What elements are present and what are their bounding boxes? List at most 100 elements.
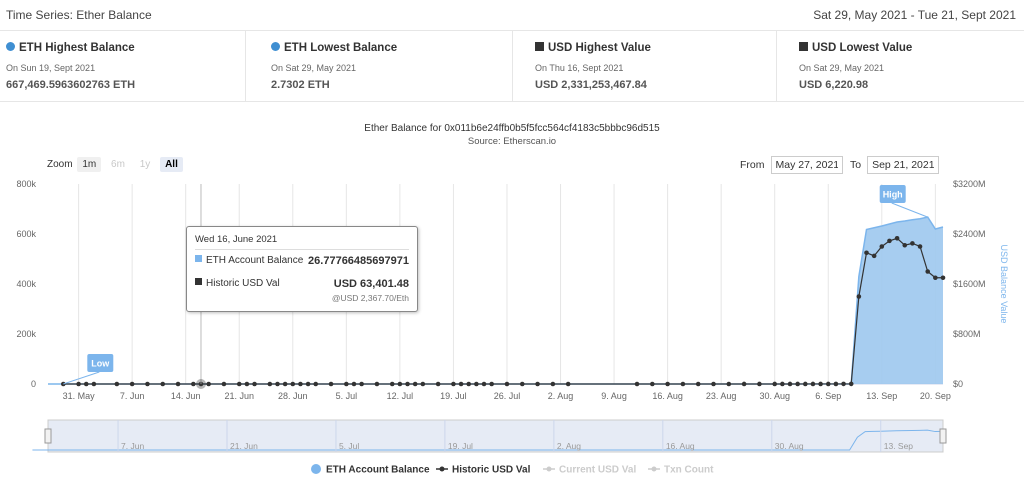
usd-value-point [787,381,793,387]
legend-label: Historic USD Val [452,465,531,476]
usd-value-point [397,381,403,387]
usd-value-point [420,381,426,387]
stat-label: ETH Highest Balance [19,42,135,54]
usd-value-point [328,381,334,387]
usd-value-point [665,381,670,387]
annotation-high: High [879,185,928,218]
zoom-all-button[interactable]: All [160,157,183,172]
usd-value-point [833,381,839,387]
circle-marker-icon [271,42,280,51]
y-right-tick-label: $1600M [953,279,986,289]
stat-value: USD 6,220.98 [799,79,869,91]
stat-eth-lowest: ETH Lowest Balance On Sat 29, May 2021 2… [265,31,513,101]
x-tick-label: 7. Jun [120,391,145,401]
x-tick-label: 6. Sep [815,391,841,401]
y-left-tick-label: 800k [16,179,36,189]
annotation-label: Low [91,359,110,369]
usd-value-point [917,244,923,249]
usd-value-point [114,381,120,387]
usd-value-point [389,381,395,387]
x-tick-label: 5. Jul [336,391,358,401]
usd-value-point [236,381,242,387]
zoom-6m-button[interactable]: 6m [106,157,130,172]
usd-value-point [757,381,762,387]
navigator-handle[interactable] [939,428,947,444]
navigator-tick-label: 2. Aug [557,441,581,451]
usd-value-point [940,275,946,281]
usd-value-point [864,250,869,256]
annotation-low: Low [63,354,114,385]
usd-value-point [305,381,311,387]
usd-value-point [412,381,418,387]
usd-value-point [91,381,97,387]
usd-value-point [772,381,778,387]
usd-value-point [795,381,800,387]
zoom-1m-button[interactable]: 1m [77,157,102,172]
navigator-tick-label: 21. Jun [230,441,258,451]
usd-value-point [191,381,196,387]
usd-value-point [474,381,479,387]
stat-date: On Sat 29, May 2021 [799,63,885,73]
legend-item[interactable]: ETH Account Balance [311,464,430,476]
legend-marker-icon [546,466,552,472]
x-tick-label: 16. Aug [652,391,683,401]
usd-value-point [267,381,273,387]
usd-value-point [282,381,288,387]
usd-value-point [825,381,831,387]
y-right-tick-label: $0 [953,379,963,389]
y-left-tick-label: 200k [16,329,36,339]
usd-value-point [810,381,816,387]
top-bar: Time Series: Ether Balance Sat 29, May 2… [0,0,1024,31]
usd-value-point [711,381,716,387]
stat-usd-lowest: USD Lowest Value On Sat 29, May 2021 USD… [793,31,1024,101]
usd-value-point [848,381,854,387]
zoom-1y-button[interactable]: 1y [135,157,156,172]
stat-usd-highest: USD Highest Value On Thu 16, Sept 2021 U… [529,31,777,101]
usd-value-point [275,381,280,387]
x-tick-label: 23. Aug [706,391,737,401]
legend-item[interactable]: Historic USD Val [436,465,531,476]
usd-value-point [344,381,349,387]
usd-value-point [160,381,166,387]
circle-marker-icon [6,42,15,51]
usd-value-point [206,381,211,387]
tooltip-usd-value: USD 63,401.48 [333,278,409,290]
legend-item[interactable]: Txn Count [648,465,714,476]
annotation-label: High [883,190,903,200]
stat-eth-highest: ETH Highest Balance On Sun 19, Sept 2021… [0,31,246,101]
tooltip-date: Wed 16, June 2021 [195,234,278,245]
stat-label: USD Lowest Value [812,42,913,54]
tooltip-usd-row: Historic USD Val USD 63,401.48 [195,278,409,292]
usd-value-point [481,381,487,387]
y-right-tick-label: $800M [953,329,981,339]
usd-value-point [290,381,296,387]
usd-value-point [405,381,410,387]
from-date-input[interactable] [770,156,843,174]
usd-value-point [252,381,257,387]
usd-value-point [504,381,510,387]
navigator-tick-label: 30. Aug [775,441,804,451]
usd-value-point [887,238,892,244]
usd-value-point [221,381,227,387]
y-right-tick-label: $3200M [953,179,986,189]
zoom-label: Zoom [47,159,73,170]
to-label: To [850,159,862,171]
navigator-handle[interactable] [44,428,52,444]
square-marker-icon [535,42,544,51]
y-right-tick-label: $2400M [953,229,986,239]
range-to: To [850,156,940,174]
usd-value-point [244,381,250,387]
to-date-input[interactable] [867,156,940,174]
usd-value-point [374,381,380,387]
usd-value-point [129,381,135,387]
usd-value-point [565,381,571,387]
stats-panel: ETH Highest Balance On Sun 19, Sept 2021… [0,31,1024,102]
square-marker-icon [195,255,202,262]
from-label: From [740,159,765,171]
navigator-tick-label: 19. Jul [448,441,473,451]
page-title: Time Series: Ether Balance [6,8,152,22]
stat-date: On Sun 19, Sept 2021 [6,63,96,73]
legend-item[interactable]: Current USD Val [543,465,636,476]
usd-value-point [466,381,472,387]
usd-value-point [741,381,747,387]
